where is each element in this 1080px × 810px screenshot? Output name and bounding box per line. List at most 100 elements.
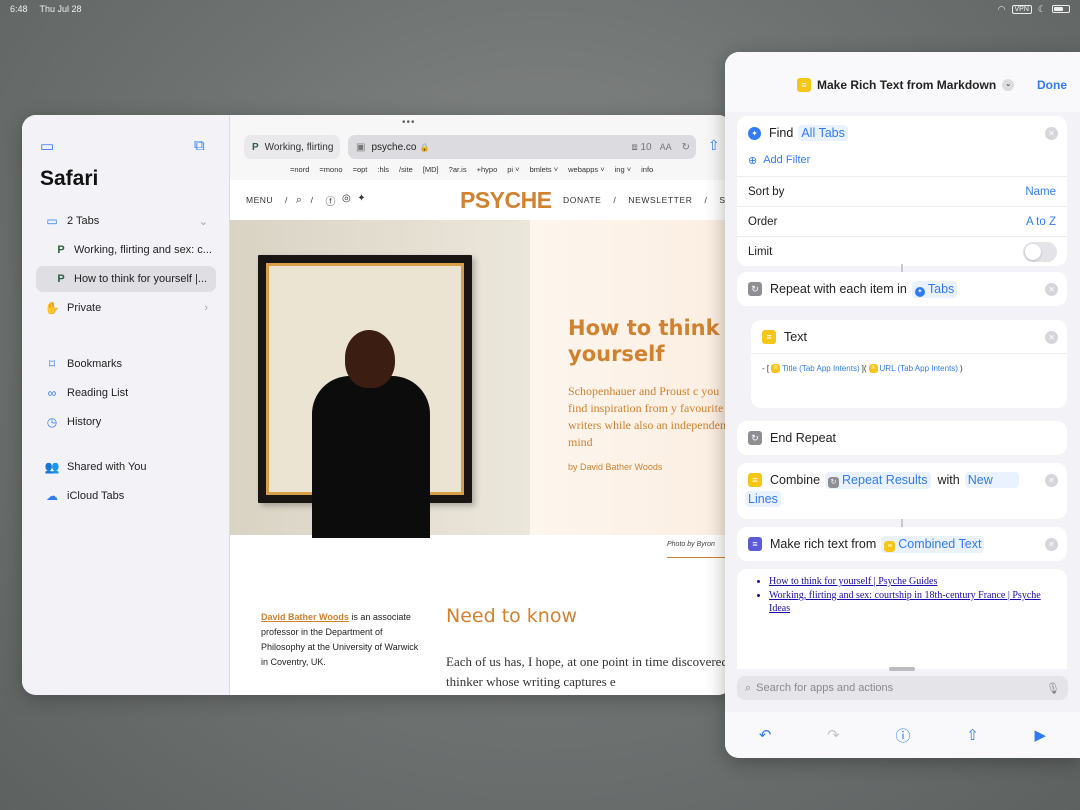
bookmark-folder[interactable]: webapps ˅	[568, 165, 605, 174]
bookmark-folder[interactable]: bmlets ˅	[530, 165, 559, 174]
share-icon[interactable]: ⇧	[966, 726, 979, 744]
article-title: How to think f yourself	[568, 316, 732, 366]
newsletter-link[interactable]: NEWSLETTER	[628, 195, 692, 205]
result-link[interactable]: Working, flirting and sex: courtship in …	[769, 589, 1055, 615]
bookmark-link[interactable]: =opt	[353, 165, 368, 174]
sidebar-item-icloud[interactable]: ☁ iCloud Tabs	[36, 483, 216, 509]
sidebar-title: Safari	[40, 167, 99, 190]
site-icon: ▣	[356, 141, 366, 153]
donate-link[interactable]: DONATE	[563, 195, 601, 205]
rich-text-result: How to think for yourself | Psyche Guide…	[737, 569, 1067, 669]
redo-icon[interactable]: ↷	[827, 726, 840, 744]
remove-action-icon[interactable]: ✕	[1045, 474, 1058, 487]
remove-action-icon[interactable]: ✕	[1045, 331, 1058, 344]
limit-toggle[interactable]	[1023, 241, 1057, 262]
section-heading: Need to know	[446, 605, 578, 627]
title-variable-chip[interactable]: ≡ Title (Tab App Intents)	[771, 364, 860, 373]
status-date: Thu Jul 28	[39, 4, 82, 14]
psyche-logo[interactable]: PSYCHE	[460, 187, 552, 214]
chevron-right-icon: ›	[204, 302, 208, 314]
sheet-grabber[interactable]	[889, 667, 915, 671]
sidebar-item-shared[interactable]: 👥 Shared with You	[36, 454, 216, 480]
sidebar-toggle-icon[interactable]: ▭	[40, 137, 54, 155]
safari-sidebar: ▭ ⧉ Safari ▭ 2 Tabs ⌄ P Working, flirtin…	[22, 115, 230, 695]
facebook-icon[interactable]: ⓕ	[325, 193, 336, 208]
text-icon: ≡	[884, 540, 896, 552]
tabs-token[interactable]: ✦ Tabs	[911, 280, 958, 298]
tab-working-flirting[interactable]: P Working, flirting	[244, 135, 340, 159]
hero-image	[230, 220, 530, 538]
bookmark-link[interactable]: +hypo	[477, 165, 498, 174]
search-icon[interactable]: ⌕	[296, 194, 303, 207]
done-button[interactable]: Done	[1037, 78, 1067, 92]
address-bar[interactable]: ▣ psyche.co 🔒 ⧈ 10 AA ↻	[348, 135, 696, 159]
action-combine[interactable]: ≡ Combine ↻ Repeat Results with New ✕ Lin…	[737, 463, 1067, 519]
info-icon[interactable]: ⓘ	[895, 725, 910, 746]
author-link[interactable]: David Bather Woods	[261, 612, 349, 622]
tabs-icon: ▭	[46, 214, 58, 228]
order-value[interactable]: A to Z	[1026, 216, 1056, 228]
remove-action-icon[interactable]: ✕	[1045, 127, 1058, 140]
microphone-icon[interactable]: 🎙	[1046, 682, 1060, 695]
bookmark-folder[interactable]: pi ˅	[507, 165, 519, 174]
action-end-repeat[interactable]: ↻ End Repeat	[737, 421, 1067, 455]
action-make-rich-text[interactable]: ≡ Make rich text from ≡ Combined Text ✕	[737, 527, 1067, 561]
wifi-icon: ◠	[997, 3, 1006, 14]
bookmark-icon: ⌑	[48, 357, 56, 371]
sidebar-item-reading-list[interactable]: ∞ Reading List	[36, 380, 216, 406]
text-icon: ≡	[748, 473, 762, 487]
bookmark-link[interactable]: /site	[399, 165, 413, 174]
undo-icon[interactable]: ↶	[759, 726, 772, 744]
sidebar-item-history[interactable]: ◷ History	[36, 409, 216, 435]
all-tabs-token[interactable]: All Tabs	[798, 125, 848, 141]
twitter-icon[interactable]: ✦	[357, 193, 366, 208]
sidebar-tab-item[interactable]: P Working, flirting and sex: c...	[36, 237, 216, 263]
remove-action-icon[interactable]: ✕	[1045, 283, 1058, 296]
sort-by-value[interactable]: Name	[1025, 186, 1056, 198]
bookmark-link[interactable]: =mono	[319, 165, 342, 174]
bookmark-link[interactable]: ?ar.is	[449, 165, 467, 174]
play-icon[interactable]: ▶	[1035, 726, 1047, 744]
sidebar-item-bookmarks[interactable]: ⌑ Bookmarks	[36, 351, 216, 377]
status-bar: 6:48 Thu Jul 28 ◠ VPN ☾	[0, 0, 1080, 18]
action-find-tabs[interactable]: ✦ Find All Tabs ✕ ⊕ Add Filter Sort by N…	[737, 116, 1067, 266]
result-link[interactable]: How to think for yourself | Psyche Guide…	[769, 575, 1055, 588]
url-variable-chip[interactable]: ≡ URL (Tab App Intents)	[868, 364, 958, 373]
share-icon[interactable]: ⇧	[708, 137, 720, 154]
safari-compass-icon: ✦	[748, 126, 761, 140]
action-repeat[interactable]: ↻ Repeat with each item in ✦ Tabs ✕	[737, 272, 1067, 306]
text-field[interactable]: - [ ≡ Title (Tab App Intents) ]( ≡ URL (Ta…	[751, 354, 1067, 383]
search-actions-input[interactable]: ⌕ Search for apps and actions 🎙	[737, 676, 1068, 700]
add-filter-button[interactable]: ⊕ Add Filter	[737, 150, 1067, 170]
sort-by-row[interactable]: Sort by Name	[737, 176, 1067, 206]
order-row[interactable]: Order A to Z	[737, 206, 1067, 236]
menu-link[interactable]: MENU	[246, 195, 273, 205]
lock-icon: 🔒	[419, 142, 430, 152]
bookmark-link[interactable]: info	[641, 165, 653, 174]
bookmark-link[interactable]: :hls	[377, 165, 389, 174]
sidebar-item-private[interactable]: ✋ Private ›	[36, 295, 216, 321]
cloud-icon: ☁	[46, 489, 58, 503]
shortcut-title-menu[interactable]: ≡ Make Rich Text from Markdown ⌄	[797, 78, 1015, 92]
photo-credit: Photo by Byron	[667, 541, 715, 548]
combined-text-token[interactable]: ≡ Combined Text	[881, 535, 985, 553]
bookmark-folder[interactable]: ing ˅	[615, 165, 631, 174]
bookmark-link[interactable]: [MD]	[423, 165, 439, 174]
new-lines-token[interactable]: New	[964, 472, 1019, 488]
shortcuts-header: ≡ Make Rich Text from Markdown ⌄ Done	[725, 52, 1080, 112]
sidebar-tab-item-selected[interactable]: P How to think for yourself |...	[36, 266, 216, 292]
shortcuts-panel: ≡ Make Rich Text from Markdown ⌄ Done ✦ …	[725, 52, 1080, 758]
bookmark-link[interactable]: =nord	[290, 165, 309, 174]
action-text[interactable]: ≡ Text ✕ - [ ≡ Title (Tab App Intents) ](…	[751, 320, 1067, 408]
new-tab-group-icon[interactable]: ⧉	[194, 137, 205, 154]
reload-icon[interactable]: ↻	[682, 142, 690, 153]
browser-toolbar: ••• P Working, flirting ▣ psyche.co 🔒 ⧈ …	[230, 115, 732, 180]
multitask-dots-icon[interactable]: •••	[402, 117, 416, 128]
rich-text-icon: ≡	[748, 537, 762, 551]
sidebar-item-tabs[interactable]: ▭ 2 Tabs ⌄	[36, 208, 216, 234]
reader-aa-button[interactable]: AA	[660, 142, 672, 152]
instagram-icon[interactable]: ◎	[342, 193, 351, 208]
extensions-count[interactable]: ⧈ 10	[631, 142, 651, 153]
remove-action-icon[interactable]: ✕	[1045, 538, 1058, 551]
repeat-results-token[interactable]: ↻ Repeat Results	[825, 471, 931, 489]
